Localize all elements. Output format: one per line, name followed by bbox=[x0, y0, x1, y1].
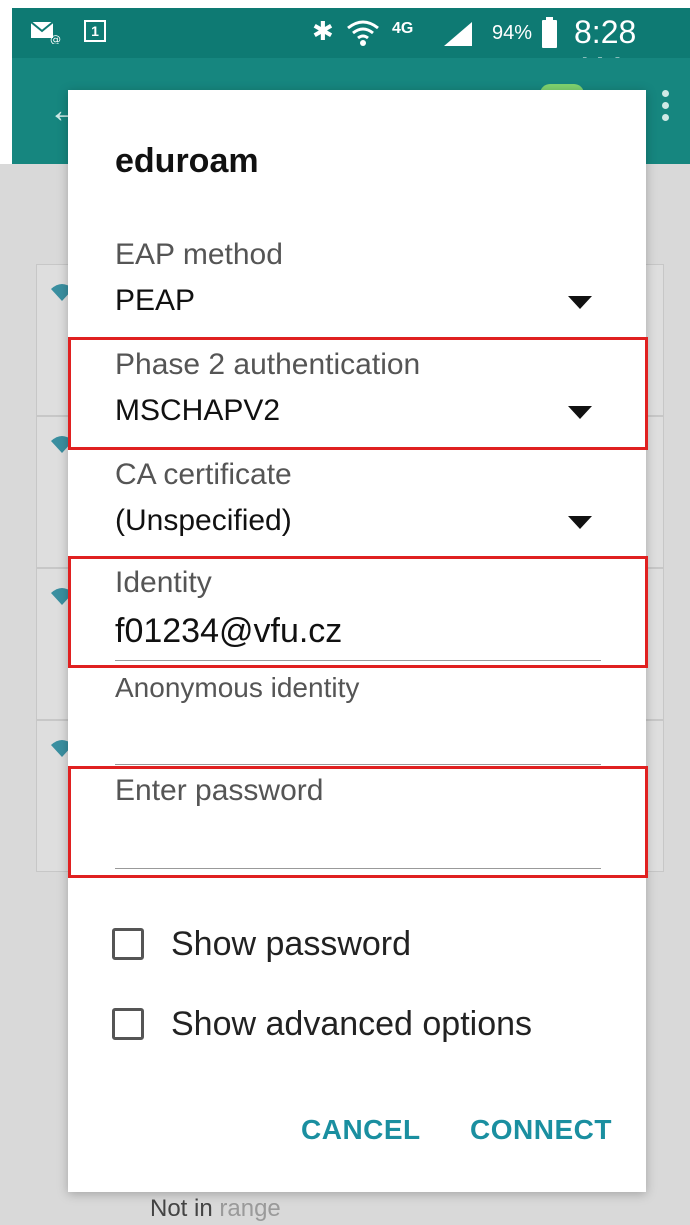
ca-certificate-label: CA certificate bbox=[115, 458, 292, 491]
show-password-row[interactable]: Show password bbox=[112, 920, 411, 968]
dropdown-arrow-icon bbox=[568, 516, 592, 529]
phase2-highlight-box bbox=[68, 337, 648, 450]
status-bar: @ 1 ✱ 4G 94% 8:28 AM bbox=[12, 8, 690, 87]
dialog-title: eduroam bbox=[115, 142, 259, 180]
show-advanced-checkbox[interactable] bbox=[112, 1008, 144, 1040]
eap-method-label: EAP method bbox=[115, 238, 283, 271]
show-password-checkbox[interactable] bbox=[112, 928, 144, 960]
anonymous-identity-input[interactable] bbox=[115, 712, 601, 765]
password-highlight-box bbox=[68, 766, 648, 878]
identity-highlight-box bbox=[68, 556, 648, 668]
mail-icon: @ bbox=[30, 21, 61, 44]
battery-percent: 94% bbox=[492, 22, 533, 44]
wifi-icon bbox=[347, 20, 379, 46]
cancel-button[interactable]: CANCEL bbox=[301, 1114, 421, 1146]
show-password-label: Show password bbox=[171, 924, 412, 963]
eap-method-value: PEAP bbox=[115, 284, 196, 317]
dropdown-arrow-icon bbox=[568, 296, 592, 309]
show-advanced-row[interactable]: Show advanced options bbox=[112, 1000, 532, 1048]
svg-text:@: @ bbox=[50, 33, 61, 44]
ca-certificate-value: (Unspecified) bbox=[115, 504, 292, 537]
not-in-range-label: Not in range bbox=[150, 1195, 281, 1222]
anonymous-identity-label: Anonymous identity bbox=[115, 672, 360, 703]
show-advanced-label: Show advanced options bbox=[171, 1004, 533, 1043]
lte-icon: 4G bbox=[392, 20, 414, 37]
screen: @ 1 ✱ 4G 94% 8:28 AM ← bbox=[0, 0, 690, 1225]
overflow-menu-icon[interactable] bbox=[662, 90, 670, 126]
calendar-icon: 1 bbox=[84, 20, 106, 42]
connect-button[interactable]: CONNECT bbox=[470, 1114, 612, 1146]
signal-icon bbox=[444, 22, 472, 46]
bluetooth-icon: ✱ bbox=[312, 16, 334, 46]
battery-icon bbox=[542, 17, 557, 48]
